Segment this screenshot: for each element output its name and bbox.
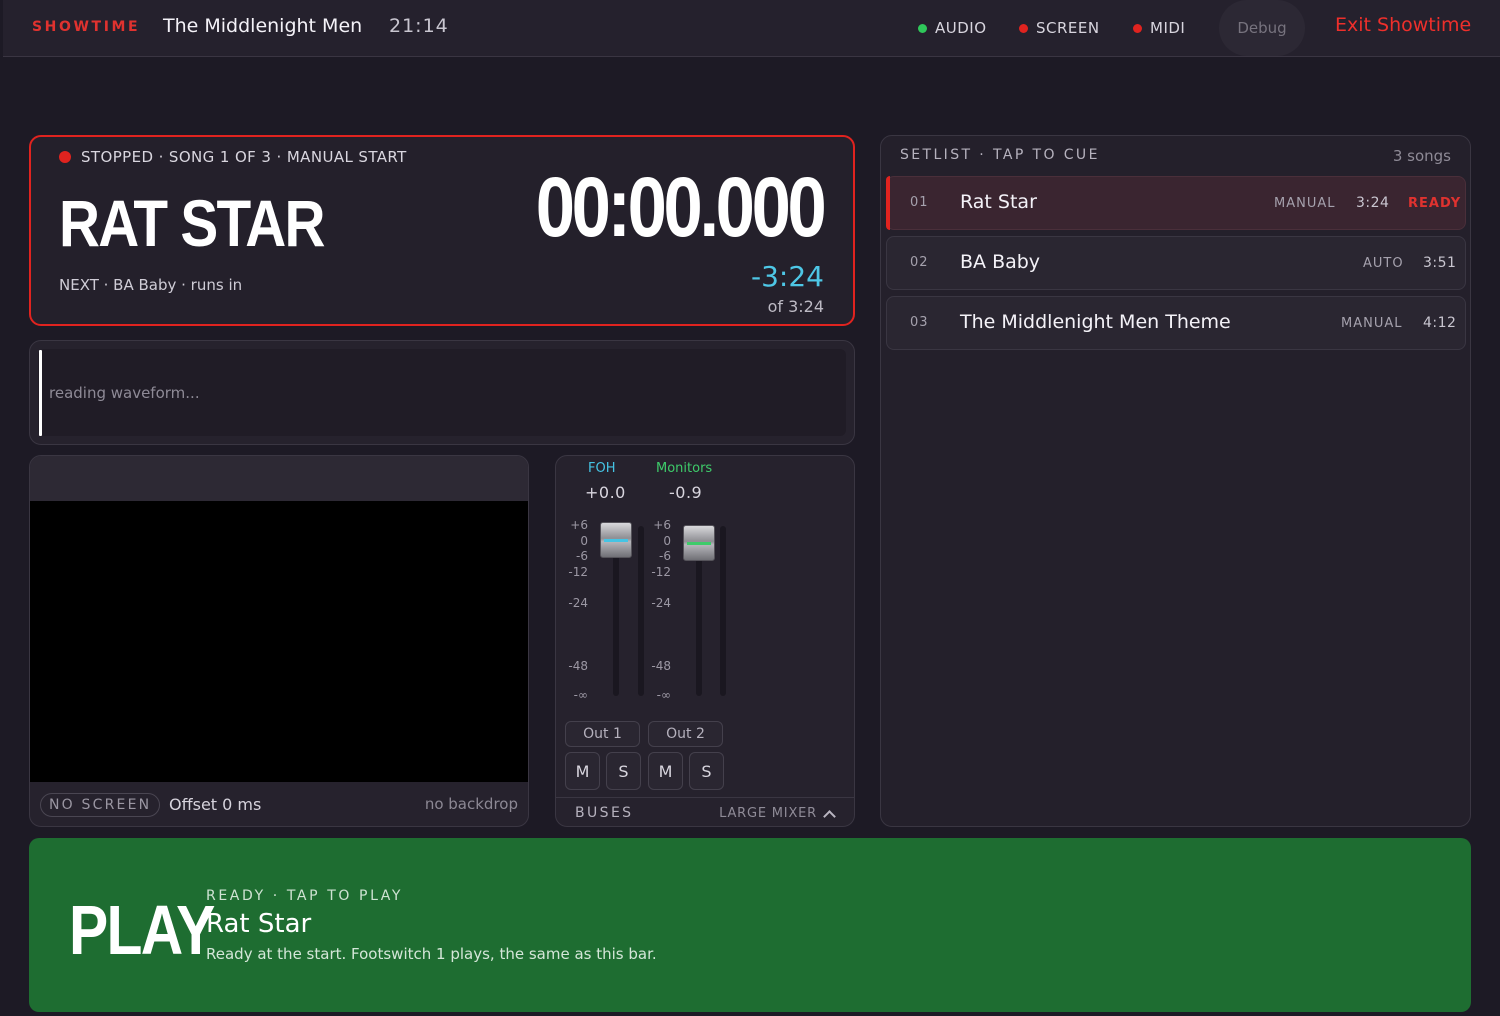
setlist-row[interactable]: 02 BA Baby AUTO 3:51 xyxy=(886,236,1466,290)
waveform-status: reading waveform... xyxy=(49,384,200,402)
solo-button-monitors[interactable]: S xyxy=(689,752,724,790)
channel-name-monitors: Monitors xyxy=(656,461,713,476)
meter-track-foh xyxy=(638,526,644,696)
chevron-up-icon xyxy=(823,809,836,823)
fader-scale-foh: +6 0 -6 -12 -24 -48 -∞ xyxy=(550,518,590,702)
large-mixer-toggle[interactable]: LARGE MIXER xyxy=(719,806,836,823)
mute-button-foh[interactable]: M xyxy=(565,752,600,790)
song-title: BA Baby xyxy=(960,251,1041,273)
mixer-footer: BUSES LARGE MIXER xyxy=(556,797,854,828)
screen-status-dot-icon xyxy=(1019,23,1028,33)
play-state: READY · TAP TO PLAY xyxy=(206,888,404,904)
timecode: 00:00.000 xyxy=(535,160,826,254)
current-song-title: RAT STAR xyxy=(59,186,325,260)
scale-label: -48 xyxy=(651,659,671,673)
output-select-foh[interactable]: Out 1 xyxy=(565,721,640,747)
scale-label: -12 xyxy=(651,565,671,579)
debug-button[interactable]: Debug xyxy=(1219,0,1305,56)
fader-handle-foh[interactable] xyxy=(600,522,632,558)
audio-status-label: AUDIO xyxy=(935,19,987,37)
meter-track-monitors xyxy=(720,526,726,696)
audio-status: AUDIO xyxy=(918,17,987,39)
audio-status-dot-icon xyxy=(918,23,927,33)
solo-button-foh[interactable]: S xyxy=(606,752,641,790)
setlist-header: SETLIST · TAP TO CUE xyxy=(900,147,1100,163)
mixer-panel: FOH Monitors +0.0 -0.9 +6 0 -6 -12 -24 -… xyxy=(555,455,855,827)
active-row-accent xyxy=(886,176,890,230)
song-number: 02 xyxy=(910,255,929,270)
setlist-panel: SETLIST · TAP TO CUE 3 songs 01 Rat Star… xyxy=(880,135,1471,827)
song-number: 03 xyxy=(910,315,929,330)
scale-label: -∞ xyxy=(573,688,588,702)
song-duration: 3:24 xyxy=(1356,195,1390,211)
midi-status-label: MIDI xyxy=(1150,19,1186,37)
fader-handle-monitors[interactable] xyxy=(683,525,715,561)
next-song-info: NEXT · BA Baby · runs in xyxy=(59,276,243,294)
transport-status-text: STOPPED · SONG 1 OF 3 · MANUAL START xyxy=(81,148,407,166)
scale-label: -6 xyxy=(659,549,671,563)
mute-button-monitors[interactable]: M xyxy=(648,752,683,790)
song-title: The Middlenight Men Theme xyxy=(960,311,1231,333)
scale-label: -24 xyxy=(568,596,588,610)
channel-name-foh: FOH xyxy=(588,461,616,476)
output-select-monitors[interactable]: Out 2 xyxy=(648,721,723,747)
transport-status: STOPPED · SONG 1 OF 3 · MANUAL START xyxy=(59,148,407,166)
scale-label: -6 xyxy=(576,549,588,563)
channel-gain-monitors: -0.9 xyxy=(669,483,703,502)
time-remaining: -3:24 xyxy=(751,260,824,293)
large-mixer-label: LARGE MIXER xyxy=(719,806,817,821)
setlist-row[interactable]: 03 The Middlenight Men Theme MANUAL 4:12 xyxy=(886,296,1466,350)
now-playing-panel: STOPPED · SONG 1 OF 3 · MANUAL START RAT… xyxy=(29,135,855,326)
scale-label: +6 xyxy=(653,518,671,532)
song-duration: 4:12 xyxy=(1423,315,1457,331)
midi-status: MIDI xyxy=(1133,17,1185,39)
total-duration: of 3:24 xyxy=(767,297,824,316)
scale-label: 0 xyxy=(663,534,671,548)
play-description: Ready at the start. Footswitch 1 plays, … xyxy=(206,945,657,963)
top-bar: SHOWTIME The Middlenight Men 21:14 AUDIO… xyxy=(3,0,1500,57)
channel-gain-foh: +0.0 xyxy=(585,483,626,502)
show-name: The Middlenight Men xyxy=(163,15,363,37)
screen-offset[interactable]: Offset 0 ms xyxy=(169,795,261,814)
song-start-mode: AUTO xyxy=(1363,256,1404,271)
stopped-dot-icon xyxy=(59,151,71,163)
setlist-count: 3 songs xyxy=(1392,147,1451,165)
screen-preview-panel: NO SCREEN Offset 0 ms no backdrop xyxy=(29,455,529,827)
scale-label: -48 xyxy=(568,659,588,673)
midi-status-dot-icon xyxy=(1133,23,1142,33)
exit-showtime-button[interactable]: Exit Showtime xyxy=(1335,14,1471,36)
song-duration: 3:51 xyxy=(1423,255,1457,271)
play-button-label: PLAY xyxy=(69,891,215,969)
app-brand: SHOWTIME xyxy=(32,19,141,35)
scale-label: -24 xyxy=(651,596,671,610)
song-title: Rat Star xyxy=(960,191,1037,213)
screen-preview-header xyxy=(30,456,528,501)
song-start-mode: MANUAL xyxy=(1341,316,1403,331)
waveform-panel[interactable]: reading waveform... xyxy=(29,340,855,445)
screen-status-label: SCREEN xyxy=(1036,19,1100,37)
clock: 21:14 xyxy=(389,15,449,37)
song-start-mode: MANUAL xyxy=(1274,196,1336,211)
screen-status: SCREEN xyxy=(1019,17,1100,39)
scale-label: 0 xyxy=(580,534,588,548)
no-screen-badge: NO SCREEN xyxy=(40,793,161,817)
screen-preview xyxy=(30,501,528,782)
playhead[interactable] xyxy=(39,350,42,436)
song-number: 01 xyxy=(910,195,929,210)
setlist-row[interactable]: 01 Rat Star MANUAL 3:24 READY xyxy=(886,176,1466,230)
buses-label: BUSES xyxy=(575,805,634,821)
play-song-title: Rat Star xyxy=(206,909,312,939)
scale-label: -12 xyxy=(568,565,588,579)
play-bar[interactable]: PLAY READY · TAP TO PLAY Rat Star Ready … xyxy=(29,838,1471,1012)
backdrop-status: no backdrop xyxy=(424,795,518,813)
scale-label: -∞ xyxy=(656,688,671,702)
song-ready-state: READY xyxy=(1408,196,1462,211)
scale-label: +6 xyxy=(570,518,588,532)
